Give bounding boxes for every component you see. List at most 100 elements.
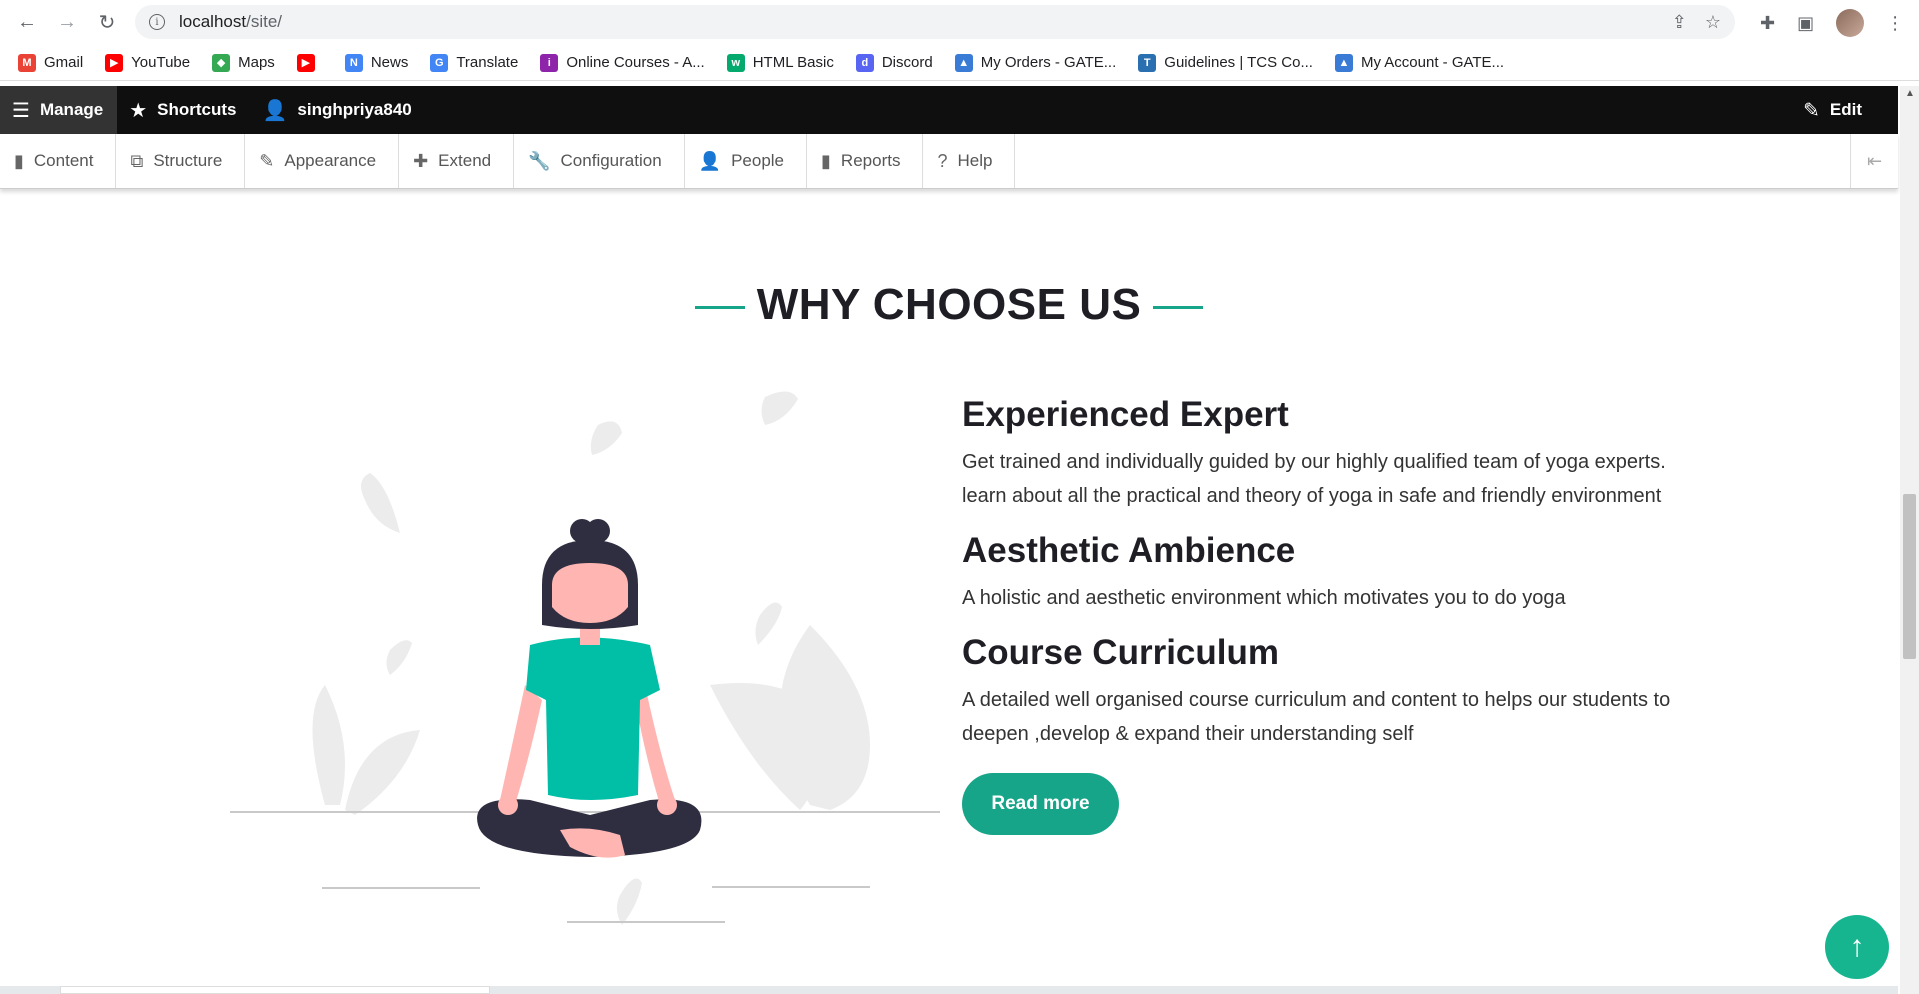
bookmark-label: News [370, 54, 409, 71]
bookmark-item[interactable]: T Guidelines | TCS Co... [1138, 53, 1313, 72]
bookmark-favicon-icon: ▶ [105, 53, 124, 72]
extensions-puzzle-icon[interactable]: ✚ [1760, 13, 1775, 34]
tray-item-configuration[interactable]: 🔧 Configuration [514, 134, 685, 188]
pencil-icon: ✎ [1803, 99, 1820, 122]
bottom-strip [0, 986, 1898, 994]
address-bar[interactable]: i localhost/site/ ⇪ ☆ [135, 5, 1735, 39]
bookmark-star-icon[interactable]: ☆ [1705, 12, 1721, 33]
read-more-button[interactable]: Read more [962, 773, 1119, 835]
tray-item-label: Help [957, 151, 993, 170]
bookmark-favicon-icon: T [1138, 53, 1157, 72]
star-icon: ★ [129, 99, 148, 122]
more-menu-icon[interactable]: ⋮ [1886, 13, 1904, 34]
plant-left-1 [312, 685, 345, 805]
bookmark-item[interactable]: ▲ My Orders - GATE... [954, 53, 1116, 72]
bookmark-label: HTML Basic [752, 54, 834, 71]
edit-button[interactable]: ✎ Edit [1791, 86, 1876, 134]
bookmark-item[interactable]: ▶ YouTube [105, 53, 191, 72]
url-text[interactable]: localhost/site/ [179, 12, 282, 32]
tray-item-label: Content [33, 151, 94, 170]
scroll-thumb[interactable] [1903, 494, 1916, 659]
bottom-strip-panel [60, 986, 490, 994]
tray-item-people[interactable]: 👤 People [685, 134, 808, 188]
tray-item-label: Appearance [284, 151, 377, 170]
wrench-icon: 🔧 [528, 150, 551, 171]
reload-icon[interactable]: ↻ [92, 7, 122, 37]
bookmark-label: YouTube [131, 54, 191, 71]
back-to-top-button[interactable]: ↑ [1825, 915, 1889, 979]
side-panel-icon[interactable]: ▣ [1797, 13, 1814, 34]
file-icon: ▮ [14, 150, 24, 171]
bookmark-item[interactable]: M Gmail [18, 53, 84, 72]
hamburger-icon: ☰ [12, 99, 30, 122]
site-info-icon[interactable]: i [149, 14, 165, 30]
leaf-6 [616, 878, 642, 925]
admin-tray: ▮ Content ⧉ Structure ✎ Appearance ✚ Extend 🔧 Con… [0, 134, 1898, 189]
tray-item-extend[interactable]: ✚ Extend [399, 134, 515, 188]
plant-left-2 [345, 730, 420, 815]
page-scrollbar[interactable]: ▲ [1900, 86, 1919, 994]
bookmark-label: Discord [881, 54, 933, 71]
people-icon: 👤 [698, 150, 722, 171]
bookmark-favicon-icon: G [430, 53, 449, 72]
bookmark-label: Online Courses - A... [566, 54, 705, 71]
user-icon: 👤 [262, 99, 288, 122]
tray-item-reports[interactable]: ▮ Reports [807, 134, 924, 188]
bookmark-item[interactable]: ▶ [296, 53, 323, 72]
features-list: Experienced Expert Get trained and indivi… [962, 395, 1682, 835]
plant-right-2 [710, 683, 823, 810]
woman-figure [477, 519, 702, 858]
bookmark-label: Translate [456, 54, 519, 71]
admin-toolbar: ☰ Manage ★ Shortcuts 👤 singhpriya840 ✎ E… [0, 86, 1898, 134]
bookmark-favicon-icon: M [18, 53, 36, 72]
user-tab[interactable]: 👤 singhpriya840 [251, 86, 426, 134]
brush-icon: ✎ [259, 150, 275, 171]
feature-title: Experienced Expert [962, 395, 1289, 434]
bookmark-label: Maps [238, 54, 275, 71]
bookmark-item[interactable]: ◆ Maps [212, 53, 275, 72]
tray-item-structure[interactable]: ⧉ Structure [116, 134, 246, 188]
share-icon[interactable]: ⇪ [1672, 12, 1687, 33]
yoga-woman-illustration [230, 391, 940, 925]
bookmark-favicon-icon: d [855, 53, 874, 72]
forward-arrow-icon[interactable]: → [52, 7, 82, 37]
shortcuts-tab[interactable]: ★ Shortcuts [117, 86, 250, 134]
tray-item-appearance[interactable]: ✎ Appearance [245, 134, 400, 188]
tray-item-help[interactable]: ? Help [923, 134, 1016, 188]
feature-description: Get trained and individually guided by o… [962, 451, 1666, 507]
bookmark-item[interactable]: i Online Courses - A... [540, 53, 705, 72]
bookmarks-bar: M Gmail ▶ YouTube ◆ Maps ▶ N News G Translate i Onli… [0, 45, 1919, 81]
help-icon: ? [937, 150, 948, 171]
sitemap-icon: ⧉ [130, 150, 144, 171]
bookmark-favicon-icon: ▲ [954, 53, 973, 72]
bookmark-favicon-icon: w [726, 53, 745, 72]
scroll-up-arrow-icon[interactable]: ▲ [1905, 88, 1915, 99]
bookmark-item[interactable]: d Discord [855, 53, 933, 72]
tray-item-content[interactable]: ▮ Content [0, 134, 117, 188]
title-line-left [694, 305, 745, 309]
feature-title: Aesthetic Ambience [962, 531, 1296, 570]
collapse-tray-icon[interactable]: ⇤ [1850, 134, 1898, 188]
puzzle-icon: ✚ [413, 150, 429, 171]
bookmark-item[interactable]: N News [344, 53, 409, 72]
browser-bar: ← → ↻ i localhost/site/ ⇪ ☆ ✚ ▣ ⋮ [0, 0, 1919, 45]
bookmark-item[interactable]: ▲ My Account - GATE... [1334, 53, 1505, 72]
bookmark-favicon-icon: ▲ [1334, 53, 1353, 72]
leaf-5 [386, 640, 412, 675]
feature-description: A detailed well organised course curricu… [962, 689, 1671, 745]
bookmark-label: Gmail [44, 54, 84, 71]
manage-tab[interactable]: ☰ Manage [0, 86, 118, 134]
leaf-3 [361, 473, 400, 533]
tray-item-label: Structure [153, 151, 223, 170]
bookmark-label: My Account - GATE... [1360, 54, 1505, 71]
back-arrow-icon[interactable]: ← [12, 7, 42, 37]
bookmark-label: Guidelines | TCS Co... [1164, 54, 1313, 71]
leaf-4 [755, 602, 782, 645]
bookmark-favicon-icon: N [344, 53, 363, 72]
bookmark-favicon-icon: ▶ [296, 53, 315, 72]
tray-item-label: Reports [840, 151, 901, 170]
title-line-right [1153, 305, 1204, 309]
profile-avatar[interactable] [1836, 9, 1865, 37]
bookmark-item[interactable]: w HTML Basic [726, 53, 834, 72]
bookmark-item[interactable]: G Translate [430, 53, 519, 72]
